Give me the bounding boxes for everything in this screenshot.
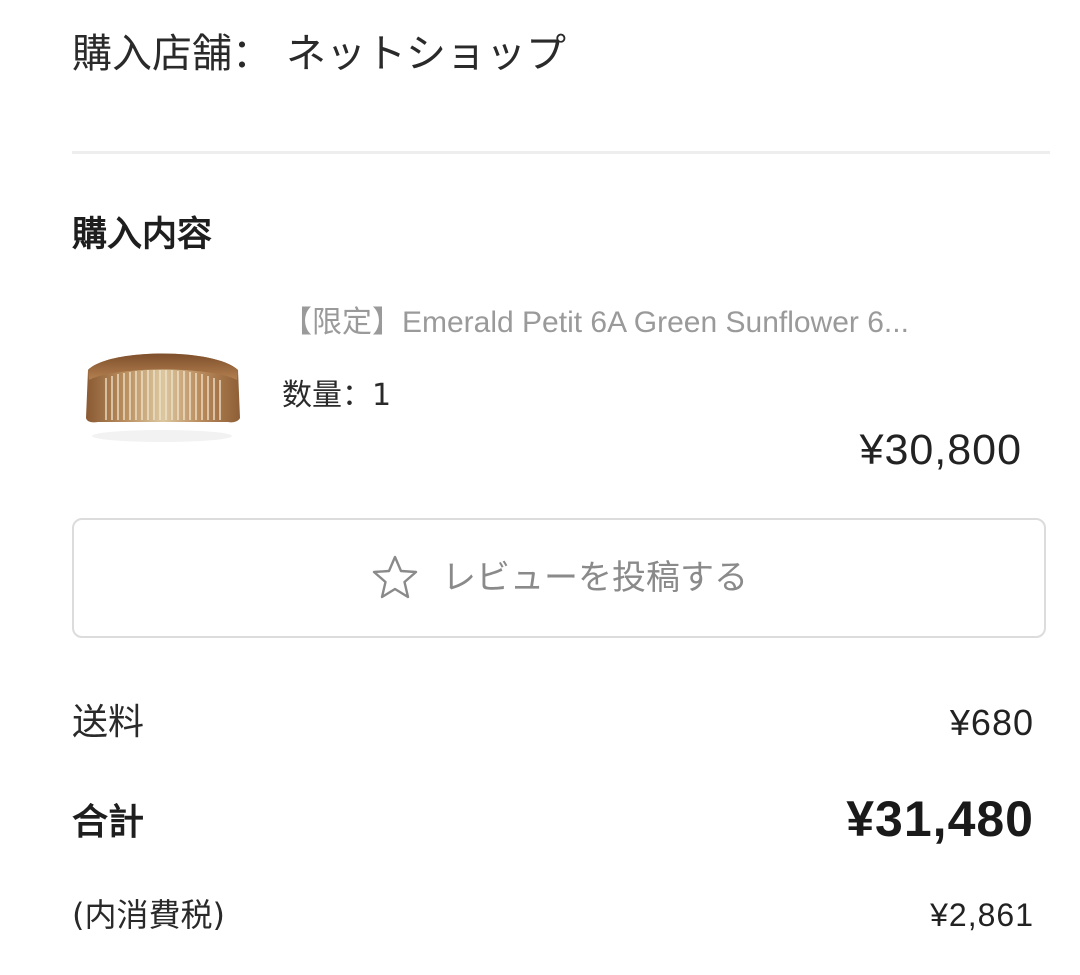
section-title: 購入内容 (72, 215, 213, 255)
store-label: 購入店舗： (72, 31, 272, 77)
star-outline-icon (372, 555, 418, 599)
product-name-link[interactable]: 【限定】Emerald Petit 6A Green Sunflower 6..… (282, 298, 1022, 348)
item-price: ¥30,800 (859, 426, 1022, 474)
comb-image-icon (86, 353, 240, 442)
shipping-value: ¥680 (949, 702, 1034, 743)
write-review-button[interactable]: レビューを投稿する (72, 518, 1046, 638)
divider (72, 151, 1050, 154)
store-value: ネットショップ (286, 31, 566, 77)
write-review-label: レビューを投稿する (442, 558, 748, 598)
shipping-label: 送料 (72, 702, 145, 743)
quantity-text: 数量：1 (282, 378, 392, 413)
product-thumbnail[interactable] (80, 340, 245, 455)
store-info: 購入店舗： ネットショップ (72, 24, 566, 84)
total-label: 合計 (72, 802, 145, 843)
tax-value: ¥2,861 (930, 897, 1034, 933)
total-value: ¥31,480 (846, 791, 1034, 847)
tax-label: (内消費税) (72, 896, 225, 934)
